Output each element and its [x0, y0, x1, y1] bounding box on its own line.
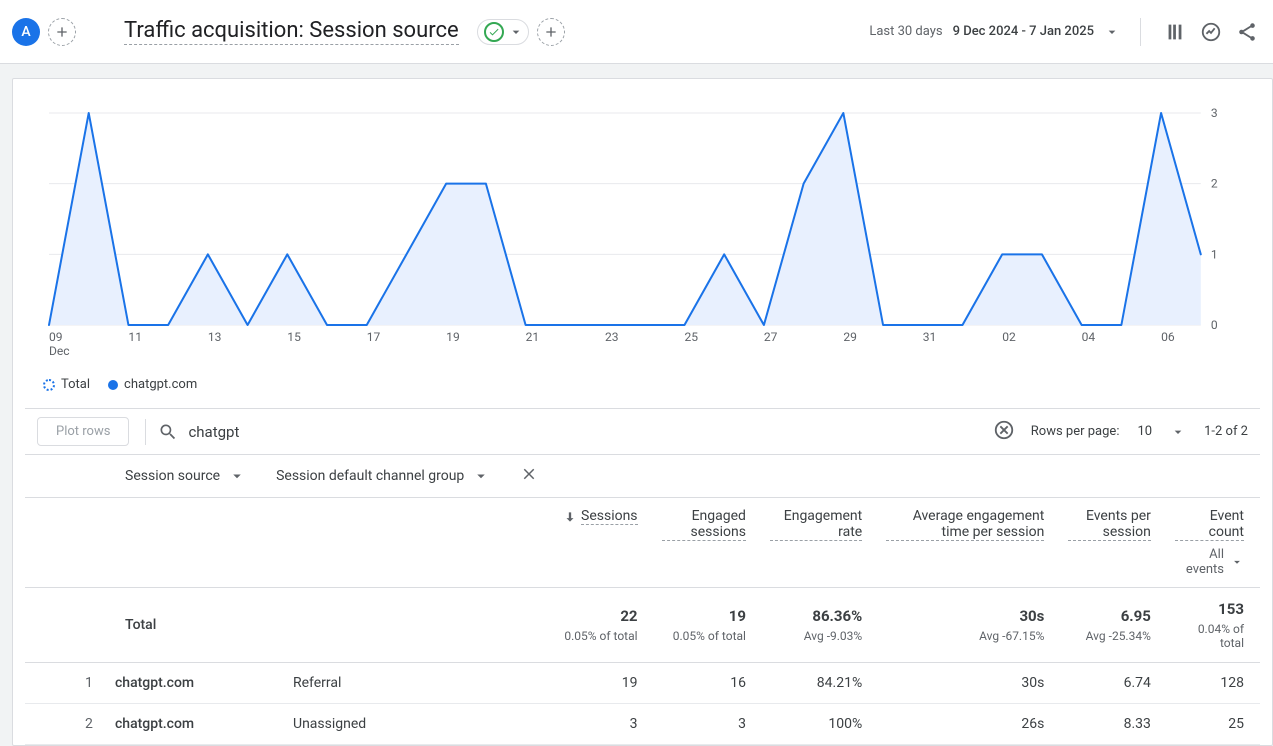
event-count-filter[interactable]: All events: [1175, 547, 1244, 577]
dimension-row: Session source Session default channel g…: [25, 454, 1260, 498]
chevron-down-icon: [1230, 554, 1244, 570]
compare-icon[interactable]: [1161, 18, 1189, 46]
table-row[interactable]: 2chatgpt.com Unassigned 3 3 100% 26s 8.3…: [25, 704, 1260, 745]
date-range-selector[interactable]: Last 30 days 9 Dec 2024 - 7 Jan 2025: [869, 24, 1120, 40]
search-wrap: [145, 419, 1014, 445]
table-header-row: Sessions Engaged sessions Engagement rat…: [25, 498, 1260, 588]
svg-text:04: 04: [1082, 330, 1096, 344]
col-engaged[interactable]: Engaged sessions: [654, 498, 762, 588]
col-events-per-session[interactable]: Events per session: [1060, 498, 1167, 588]
svg-text:3: 3: [1211, 106, 1218, 120]
plus-icon: [543, 24, 559, 40]
avatar[interactable]: A: [12, 18, 40, 46]
svg-text:11: 11: [128, 330, 142, 344]
table-toolbar: Plot rows Rows per page: 10 1-2 of 2: [25, 408, 1260, 454]
close-icon: [520, 465, 538, 483]
svg-text:17: 17: [367, 330, 381, 344]
totals-row: Total 220.05% of total 190.05% of total …: [25, 588, 1260, 663]
secondary-dimension-select[interactable]: Session default channel group: [276, 467, 490, 485]
legend-marker-solid-icon: [108, 380, 118, 390]
legend-label: Total: [61, 377, 90, 392]
col-engagement-rate[interactable]: Engagement rate: [762, 498, 878, 588]
svg-text:23: 23: [605, 330, 619, 344]
pagination-label: 1-2 of 2: [1204, 424, 1248, 439]
svg-text:09: 09: [49, 330, 63, 344]
secondary-dimension-label: Session default channel group: [276, 468, 464, 484]
svg-text:19: 19: [446, 330, 460, 344]
arrow-down-icon: [563, 510, 577, 524]
chart-legend: Total chatgpt.com: [43, 377, 1260, 408]
col-avg-engagement[interactable]: Average engagement time per session: [878, 498, 1060, 588]
primary-dimension-label: Session source: [125, 468, 220, 484]
svg-text:2: 2: [1211, 177, 1218, 191]
plot-rows-button[interactable]: Plot rows: [37, 417, 129, 446]
chevron-down-icon: [1104, 24, 1120, 40]
svg-text:25: 25: [684, 330, 698, 344]
svg-text:1: 1: [1211, 247, 1218, 261]
close-circle-icon: [993, 419, 1015, 441]
rows-per-page-select[interactable]: 10: [1137, 424, 1186, 440]
svg-text:27: 27: [764, 330, 778, 344]
report-card: 012309Dec1113151719212325272931020406 To…: [12, 78, 1273, 746]
top-toolbar: A Traffic acquisition: Session source La…: [0, 0, 1273, 64]
legend-marker-dashed-icon: [43, 379, 55, 391]
search-input[interactable]: [188, 423, 982, 441]
add-filter-button[interactable]: [537, 18, 565, 46]
chevron-down-icon: [1170, 424, 1186, 440]
chevron-down-icon: [228, 467, 246, 485]
totals-label: Total: [125, 617, 156, 633]
check-circle-icon: [484, 22, 504, 42]
svg-text:Dec: Dec: [49, 344, 70, 358]
page-title: Traffic acquisition: Session source: [124, 18, 459, 45]
chart: 012309Dec1113151719212325272931020406: [49, 103, 1236, 363]
rows-per-page-value: 10: [1137, 424, 1152, 439]
svg-text:21: 21: [526, 330, 540, 344]
plus-icon: [54, 24, 70, 40]
primary-dimension-select[interactable]: Session source: [125, 467, 246, 485]
svg-text:0: 0: [1211, 318, 1218, 332]
legend-item-total[interactable]: Total: [43, 377, 90, 392]
status-pill[interactable]: [477, 19, 529, 45]
svg-text:31: 31: [923, 330, 937, 344]
add-comparison-button[interactable]: [48, 18, 76, 46]
table-row[interactable]: 1chatgpt.com Referral 19 16 84.21% 30s 6…: [25, 663, 1260, 704]
legend-label: chatgpt.com: [124, 377, 197, 392]
rows-per-page-label: Rows per page:: [1031, 424, 1120, 439]
date-range-label: Last 30 days: [869, 24, 942, 39]
svg-text:29: 29: [843, 330, 857, 344]
clear-search-button[interactable]: [993, 419, 1015, 445]
share-icon[interactable]: [1233, 18, 1261, 46]
col-sessions[interactable]: Sessions: [555, 498, 654, 588]
svg-text:15: 15: [287, 330, 301, 344]
svg-text:06: 06: [1161, 330, 1175, 344]
data-table: Sessions Engaged sessions Engagement rat…: [25, 498, 1260, 745]
search-icon: [158, 422, 178, 442]
legend-item-series[interactable]: chatgpt.com: [108, 377, 197, 392]
chevron-down-icon: [472, 467, 490, 485]
remove-secondary-dimension-button[interactable]: [520, 465, 538, 487]
date-range-value: 9 Dec 2024 - 7 Jan 2025: [953, 24, 1094, 39]
chevron-down-icon: [508, 24, 524, 40]
insights-icon[interactable]: [1197, 18, 1225, 46]
svg-text:13: 13: [208, 330, 222, 344]
col-event-count[interactable]: Event count All events: [1167, 498, 1260, 588]
svg-text:02: 02: [1002, 330, 1016, 344]
